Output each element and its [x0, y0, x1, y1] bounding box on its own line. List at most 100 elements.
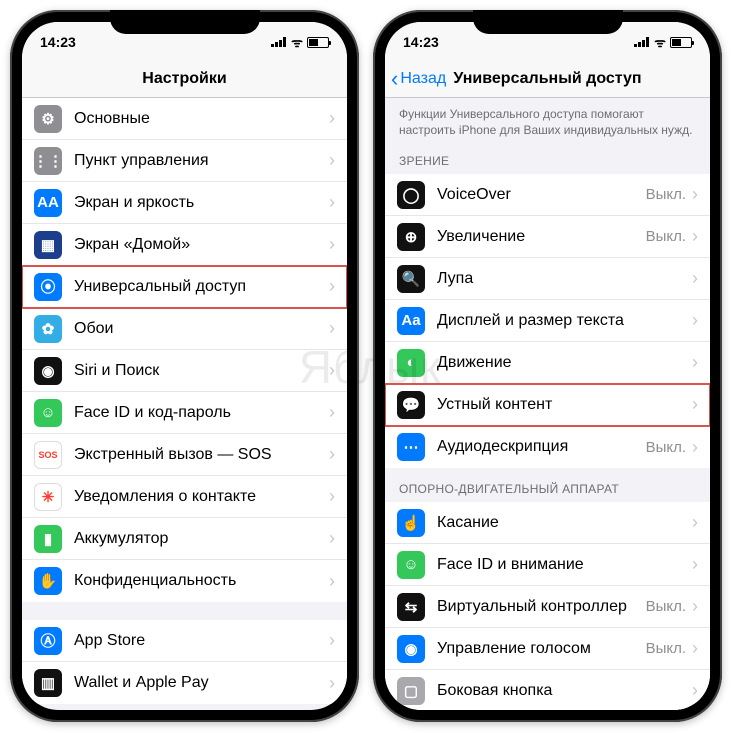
settings-row[interactable]: ⇆Виртуальный контроллерВыкл.› — [385, 586, 710, 628]
magnifier-icon: 🔍 — [397, 265, 425, 293]
row-label: Обои — [74, 320, 329, 338]
voiceover-icon: ◯ — [397, 181, 425, 209]
chevron-right-icon: › — [692, 226, 698, 247]
row-label: Увеличение — [437, 228, 646, 246]
home-screen-icon: ▦ — [34, 231, 62, 259]
chevron-right-icon: › — [692, 512, 698, 533]
settings-row[interactable]: ⦿Универсальный доступ› — [22, 266, 347, 308]
status-indicators: ᯤ — [634, 33, 692, 51]
wallet-icon: ▥ — [34, 669, 62, 697]
chevron-left-icon: ‹ — [391, 68, 398, 90]
settings-list[interactable]: ⚙Основные›⋮⋮Пункт управления›AAЭкран и я… — [22, 98, 347, 710]
settings-row[interactable]: ☝ Касание› — [385, 502, 710, 544]
settings-row[interactable]: ◯VoiceOverВыкл.› — [385, 174, 710, 216]
chevron-right-icon: › — [329, 234, 335, 255]
notch — [110, 10, 260, 34]
chevron-right-icon: › — [692, 437, 698, 458]
settings-row[interactable]: ⒶApp Store› — [22, 620, 347, 662]
settings-row[interactable]: ✿Обои› — [22, 308, 347, 350]
chevron-right-icon: › — [692, 352, 698, 373]
row-label: Виртуальный контроллер — [437, 598, 646, 616]
row-label: Экстренный вызов — SOS — [74, 446, 329, 464]
settings-row[interactable]: SOSЭкстренный вызов — SOS› — [22, 434, 347, 476]
chevron-right-icon: › — [329, 571, 335, 592]
chevron-right-icon: › — [329, 402, 335, 423]
chevron-right-icon: › — [692, 184, 698, 205]
signal-icon — [634, 37, 650, 47]
face-attention-icon: ☺ — [397, 551, 425, 579]
settings-row[interactable]: ⋯АудиодескрипцияВыкл.› — [385, 426, 710, 468]
settings-row[interactable]: ⚙Основные› — [22, 98, 347, 140]
settings-row[interactable]: ☺Face ID и код-пароль› — [22, 392, 347, 434]
settings-row[interactable]: AAЭкран и яркость› — [22, 182, 347, 224]
chevron-right-icon: › — [692, 554, 698, 575]
spoken-content-icon: 💬 — [397, 391, 425, 419]
chevron-right-icon: › — [692, 596, 698, 617]
row-label: Аккумулятор — [74, 530, 329, 548]
battery-icon — [670, 37, 692, 48]
status-time: 14:23 — [403, 34, 439, 50]
page-title: Настройки — [142, 70, 226, 88]
screen-right: 14:23 ᯤ ‹ Назад Универсальный доступ Фун… — [385, 22, 710, 710]
settings-row[interactable]: 💬Устный контент› — [385, 384, 710, 426]
row-label: Уведомления о контакте — [74, 488, 329, 506]
exposure-icon: ✳ — [34, 483, 62, 511]
chevron-right-icon: › — [329, 360, 335, 381]
row-label: Боковая кнопка — [437, 682, 692, 700]
settings-row[interactable]: ▮ Аккумулятор› — [22, 518, 347, 560]
settings-row[interactable]: ▢Боковая кнопка› — [385, 670, 710, 710]
settings-row[interactable]: ⊕УвеличениеВыкл.› — [385, 216, 710, 258]
chevron-right-icon: › — [329, 150, 335, 171]
row-label: Касание — [437, 514, 692, 532]
row-detail: Выкл. — [646, 228, 686, 245]
wallpaper-icon: ✿ — [34, 315, 62, 343]
row-label: Дисплей и размер текста — [437, 312, 692, 330]
settings-row[interactable]: ◉Siri и Поиск› — [22, 350, 347, 392]
list-group: ⒶApp Store›▥Wallet и Apple Pay› — [22, 620, 347, 704]
settings-row[interactable]: Aa Дисплей и размер текста› — [385, 300, 710, 342]
chevron-right-icon: › — [329, 673, 335, 694]
row-detail: Выкл. — [646, 640, 686, 657]
chevron-right-icon: › — [692, 310, 698, 331]
settings-row[interactable]: ▦Экран «Домой»› — [22, 224, 347, 266]
list-group: ☝Касание›☺Face ID и внимание›⇆Виртуальны… — [385, 502, 710, 710]
row-label: Управление голосом — [437, 640, 646, 658]
settings-row[interactable]: ⋮⋮ Пункт управления› — [22, 140, 347, 182]
chevron-right-icon: › — [329, 192, 335, 213]
back-button[interactable]: ‹ Назад — [391, 60, 446, 97]
settings-row[interactable]: ▥Wallet и Apple Pay› — [22, 662, 347, 704]
status-indicators: ᯤ — [271, 33, 329, 51]
chevron-right-icon: › — [329, 276, 335, 297]
row-label: Движение — [437, 354, 692, 372]
settings-row[interactable]: ✳Уведомления о контакте› — [22, 476, 347, 518]
privacy-icon: ✋ — [34, 567, 62, 595]
row-label: Пункт управления — [74, 152, 329, 170]
accessibility-icon: ⦿ — [34, 273, 62, 301]
touch-icon: ☝ — [397, 509, 425, 537]
row-label: Основные — [74, 110, 329, 128]
wifi-icon: ᯤ — [654, 33, 666, 51]
battery-icon: ▮ — [34, 525, 62, 553]
section-header: ОПОРНО-ДВИГАТЕЛЬНЫЙ АППАРАТ — [385, 468, 710, 502]
faceid-icon: ☺ — [34, 399, 62, 427]
settings-row[interactable]: ◉Управление голосомВыкл.› — [385, 628, 710, 670]
row-label: App Store — [74, 632, 329, 650]
accessibility-list[interactable]: Функции Универсального доступа помогают … — [385, 98, 710, 710]
chevron-right-icon: › — [692, 268, 698, 289]
settings-row[interactable]: ☺Face ID и внимание› — [385, 544, 710, 586]
chevron-right-icon: › — [329, 630, 335, 651]
settings-row[interactable]: 🔍Лупа› — [385, 258, 710, 300]
navbar-left: Настройки — [22, 60, 347, 98]
notch — [473, 10, 623, 34]
settings-row[interactable]: ◐Движение› — [385, 342, 710, 384]
chevron-right-icon: › — [329, 528, 335, 549]
section-header: ЗРЕНИЕ — [385, 140, 710, 174]
row-detail: Выкл. — [646, 439, 686, 456]
control-center-icon: ⋮⋮ — [34, 147, 62, 175]
chevron-right-icon: › — [692, 638, 698, 659]
row-label: Siri и Поиск — [74, 362, 329, 380]
phone-left: 14:23 ᯤ Настройки ⚙Основные›⋮⋮Пункт упра… — [10, 10, 359, 722]
text-size-icon: Aa — [397, 307, 425, 335]
settings-row[interactable]: ✋Конфиденциальность› — [22, 560, 347, 602]
screen-left: 14:23 ᯤ Настройки ⚙Основные›⋮⋮Пункт упра… — [22, 22, 347, 710]
